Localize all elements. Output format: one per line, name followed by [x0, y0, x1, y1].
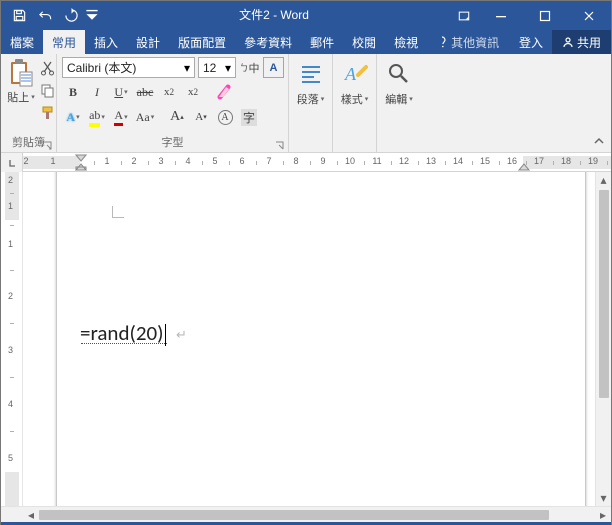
undo-button[interactable]	[33, 4, 57, 28]
horizontal-scroll-thumb[interactable]	[39, 510, 549, 520]
titlebar: 文件2 - Word	[1, 1, 611, 30]
ribbon-display-options-button[interactable]	[449, 1, 479, 30]
scroll-up-button[interactable]: ▴	[596, 172, 611, 188]
strikethrough-button[interactable]: abc	[134, 81, 156, 103]
chevron-down-icon: ▾	[182, 61, 192, 75]
character-border-button[interactable]: A	[263, 57, 284, 78]
scroll-left-button[interactable]: ◂	[23, 508, 39, 522]
window-title: 文件2 - Word	[99, 1, 449, 30]
font-dialog-launcher[interactable]	[273, 139, 285, 151]
vertical-ruler[interactable]: 2112345	[1, 172, 23, 506]
paragraph-mark-icon: ↵	[176, 327, 187, 343]
paragraph-icon	[296, 59, 326, 89]
close-button[interactable]	[567, 1, 611, 30]
right-indent-marker[interactable]	[518, 154, 530, 171]
tab-design[interactable]: 設計	[127, 30, 169, 54]
character-shading-button[interactable]: 字	[238, 106, 260, 128]
window-controls	[449, 1, 611, 30]
horizontal-scrollbar[interactable]: ◂ ▸	[1, 506, 611, 522]
tell-me-button[interactable]: 其他資訊	[427, 30, 508, 54]
autocorrect-underline	[81, 342, 167, 344]
share-label: 共用	[577, 34, 601, 51]
enclose-characters-button[interactable]: A	[214, 106, 236, 128]
group-clipboard: 貼上▾ 剪貼簿	[1, 54, 57, 152]
tab-insert[interactable]: 插入	[85, 30, 127, 54]
tab-view[interactable]: 檢視	[385, 30, 427, 54]
paragraph-button[interactable]: 段落▾	[294, 57, 327, 136]
bold-button[interactable]: B	[62, 81, 84, 103]
find-icon	[384, 59, 414, 89]
tab-selector[interactable]	[1, 153, 23, 172]
font-name-combo[interactable]: Calibri (本文) ▾	[62, 57, 195, 78]
editing-button[interactable]: 編輯▾	[382, 57, 416, 136]
tab-home[interactable]: 常用	[43, 30, 85, 54]
redo-button[interactable]	[59, 4, 83, 28]
cut-button[interactable]	[38, 59, 56, 77]
first-line-indent-marker[interactable]	[75, 154, 87, 171]
highlight-button[interactable]: ab▾	[86, 106, 108, 128]
copy-button[interactable]	[38, 81, 56, 99]
maximize-button[interactable]	[523, 1, 567, 30]
qat-customize-button[interactable]	[85, 4, 99, 28]
document-area: 2112345 =rand(20) ↵ ▴ ▾	[1, 172, 611, 506]
vertical-scroll-thumb[interactable]	[599, 190, 609, 398]
font-color-button[interactable]: A▾	[110, 106, 132, 128]
scroll-down-button[interactable]: ▾	[596, 490, 611, 506]
underline-button[interactable]: U▾	[110, 81, 132, 103]
save-button[interactable]	[7, 4, 31, 28]
format-painter-button[interactable]	[38, 103, 56, 121]
superscript-button[interactable]: x2	[182, 81, 204, 103]
grow-font-button[interactable]: A▴	[166, 106, 188, 128]
minimize-button[interactable]	[479, 1, 523, 30]
sign-in-button[interactable]: 登入	[510, 30, 552, 54]
tab-review[interactable]: 校閱	[343, 30, 385, 54]
vertical-scrollbar[interactable]: ▴ ▾	[595, 172, 611, 506]
phonetic-guide-button[interactable]: ㄅ中	[239, 57, 260, 78]
change-case-button[interactable]: Aa▾	[134, 106, 156, 128]
ruler-bar: 21123456789101112131415161718192021	[1, 153, 611, 172]
clipboard-icon	[6, 57, 36, 89]
styles-button[interactable]: A 樣式▾	[338, 57, 371, 136]
subscript-button[interactable]: x2	[158, 81, 180, 103]
group-styles: A 樣式▾	[333, 54, 377, 152]
share-button[interactable]: 共用	[552, 30, 611, 54]
ribbon-tabs: 檔案 常用 插入 設計 版面配置 參考資料 郵件 校閱 檢視 其他資訊 登入 共…	[1, 30, 611, 54]
horizontal-ruler[interactable]: 21123456789101112131415161718192021	[23, 153, 611, 171]
clipboard-dialog-launcher[interactable]	[41, 139, 53, 151]
shrink-font-button[interactable]: A▾	[190, 106, 212, 128]
paste-button[interactable]: 貼上▾	[6, 57, 36, 105]
text-effects-button[interactable]: A▾	[62, 106, 84, 128]
scroll-right-button[interactable]: ▸	[595, 508, 611, 522]
ribbon: 貼上▾ 剪貼簿 Calibri (	[1, 54, 611, 153]
group-font-label: 字型	[162, 137, 184, 149]
clear-formatting-button[interactable]	[214, 81, 236, 103]
tab-file[interactable]: 檔案	[1, 30, 43, 54]
group-font: Calibri (本文) ▾ 12 ▾ ㄅ中 A B I U▾ abc x2	[57, 54, 289, 152]
group-paragraph: 段落▾	[289, 54, 333, 152]
tell-me-label: 其他資訊	[451, 34, 499, 51]
page-viewport: =rand(20) ↵ ▴ ▾	[23, 172, 611, 506]
tab-layout[interactable]: 版面配置	[169, 30, 235, 54]
font-size-combo[interactable]: 12 ▾	[198, 57, 236, 78]
tab-mailings[interactable]: 郵件	[301, 30, 343, 54]
italic-button[interactable]: I	[86, 81, 108, 103]
styles-icon: A	[340, 59, 370, 89]
group-editing: 編輯▾	[377, 54, 421, 152]
svg-text:A: A	[344, 64, 357, 84]
tab-references[interactable]: 參考資料	[235, 30, 301, 54]
chevron-down-icon: ▾	[223, 61, 233, 75]
margin-corner	[112, 206, 124, 218]
quick-access-toolbar	[1, 1, 99, 30]
collapse-ribbon-button[interactable]	[590, 133, 608, 149]
